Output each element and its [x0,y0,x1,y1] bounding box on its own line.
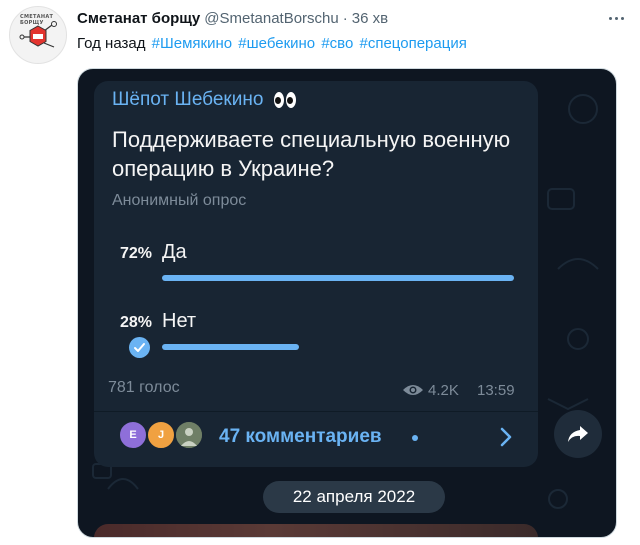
tweet-time[interactable]: 36 хв [352,10,388,27]
commenter-avatar-letter: E [129,429,137,441]
separator: · [342,10,348,27]
tweet-text-prefix: Год назад [77,35,146,52]
commenter-avatar: J [146,420,176,450]
eye-icon [403,385,423,395]
commenter-avatar-letter: J [157,429,165,441]
tweet-media-image[interactable]: Шёпот Шебекино Поддерживаете специальную… [77,68,617,538]
poll-option-bar [162,344,299,350]
poll-votes-count: 781 голос [108,379,180,396]
message-bubble: Шёпот Шебекино Поддерживаете специальную… [94,81,538,411]
tweet-text: Год назад #Шемякино #шебекино #сво #спец… [77,35,467,52]
views-count: 4.2K [428,382,459,399]
eyes-emoji-icon [273,92,296,108]
hashtag-link[interactable]: #Шемякино [152,35,232,52]
poll-option-label: Да [162,241,187,263]
date-separator: 22 апреля 2022 [263,481,445,513]
display-name[interactable]: Сметанат борщу [77,10,200,27]
poll-question: Поддерживаете специальную военную операц… [112,127,511,181]
poll-option-percent: 28% [119,314,152,331]
commenter-avatar-photo [174,420,204,450]
hashtag-link[interactable]: #спецоперация [360,35,467,52]
avatar-brand-text: СМЕТАНАТ БОРЩУ [20,14,54,26]
poll-option-bar [162,275,514,281]
channel-name[interactable]: Шёпот Шебекино [112,89,296,111]
poll-option-percent: 72% [119,245,152,262]
user-handle[interactable]: @SmetanatBorschu [204,10,338,27]
comments-link[interactable]: 47 комментариев [219,426,382,448]
share-arrow-icon [568,426,588,442]
chevron-right-icon[interactable] [499,426,513,448]
more-options-icon[interactable] [604,9,628,27]
avatar[interactable]: СМЕТАНАТ БОРЩУ [9,6,67,64]
message-time: 13:59 [477,382,515,399]
hashtag-link[interactable]: #шебекино [238,35,315,52]
share-button[interactable] [554,410,602,458]
poll-option-label: Нет [162,310,197,332]
comments-bar[interactable]: E J 47 комментариев [94,411,538,467]
hashtag-link[interactable]: #сво [321,35,353,52]
tweet-header: Сметанат борщу @SmetanatBorschu · 36 хв [77,10,388,30]
channel-name-text: Шёпот Шебекино [112,89,264,110]
next-message-preview [94,524,538,537]
poll-type-label: Анонимный опрос [112,192,247,209]
selected-check-icon [129,337,150,358]
date-label: 22 апреля 2022 [292,487,416,506]
commenter-avatar: E [118,420,148,450]
unread-dot [412,435,418,441]
